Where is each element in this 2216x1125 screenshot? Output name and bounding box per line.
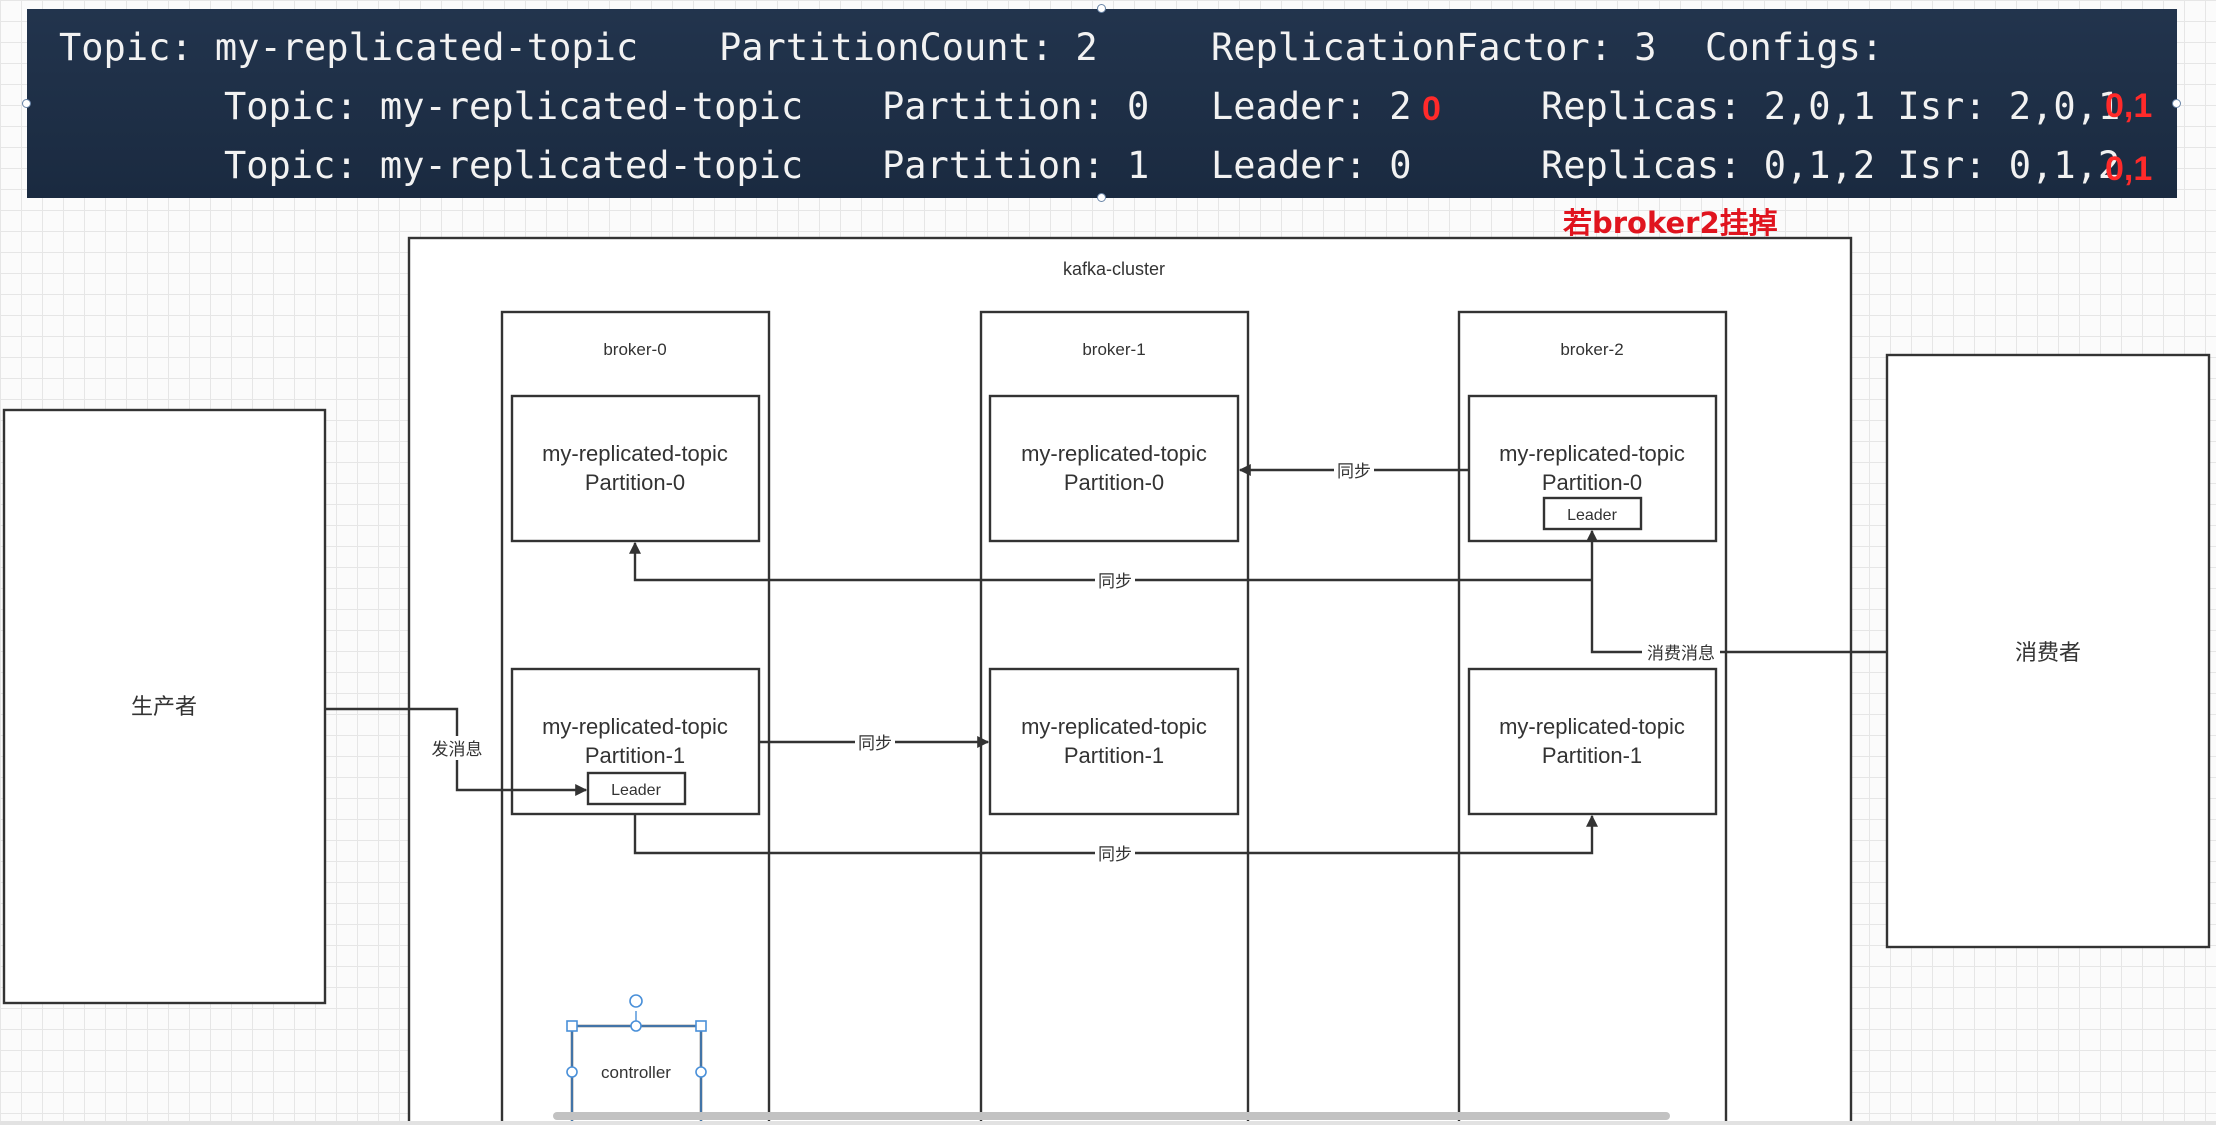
edge-label-send: 发消息	[432, 740, 483, 760]
edge-label-sync: 同步	[1098, 572, 1132, 592]
connect-point-right[interactable]	[695, 1066, 707, 1078]
horizontal-scrollbar[interactable]	[553, 1112, 1670, 1120]
producer-label: 生产者	[131, 695, 197, 720]
leader-badge-label: Leader	[1567, 507, 1617, 524]
connect-point-left[interactable]	[566, 1066, 578, 1078]
partition-topic: my-replicated-topic	[542, 714, 728, 739]
resize-handle-top-left[interactable]	[566, 1020, 578, 1032]
kafka-architecture-diagram: kafka-cluster 生产者 消费者 broker-0 broker-1 …	[2, 236, 2211, 1125]
broker-label: broker-2	[1560, 340, 1623, 359]
bottom-edge	[0, 1121, 2216, 1125]
cluster-label: kafka-cluster	[1063, 259, 1165, 279]
controller-label: controller	[601, 1063, 671, 1082]
partition-box[interactable]	[1467, 667, 1718, 816]
partition-topic: my-replicated-topic	[1021, 714, 1207, 739]
partition-box[interactable]	[988, 394, 1240, 543]
edge-label-sync: 同步	[1337, 462, 1371, 482]
partition-topic: my-replicated-topic	[542, 441, 728, 466]
partition-name: Partition-0	[1542, 470, 1642, 495]
edge-label-consume: 消费消息	[1647, 644, 1715, 664]
partition-topic: my-replicated-topic	[1021, 441, 1207, 466]
leader-badge-label: Leader	[611, 782, 661, 799]
edge-label-sync: 同步	[1098, 845, 1132, 865]
partition-name: Partition-0	[1064, 470, 1164, 495]
resize-handle-top-right[interactable]	[695, 1020, 707, 1032]
broker-label: broker-1	[1082, 340, 1145, 359]
partition-name: Partition-1	[1064, 743, 1164, 768]
partition-box[interactable]	[988, 667, 1240, 816]
partition-box[interactable]	[510, 394, 761, 543]
edge-label-sync: 同步	[858, 734, 892, 754]
partition-name: Partition-0	[585, 470, 685, 495]
connect-point-top[interactable]	[630, 1020, 642, 1032]
rotate-handle[interactable]	[629, 994, 643, 1008]
partition-topic: my-replicated-topic	[1499, 714, 1685, 739]
partition-topic: my-replicated-topic	[1499, 441, 1685, 466]
partition-name: Partition-1	[1542, 743, 1642, 768]
broker-label: broker-0	[603, 340, 666, 359]
consumer-label: 消费者	[2015, 641, 2081, 666]
partition-name: Partition-1	[585, 743, 685, 768]
